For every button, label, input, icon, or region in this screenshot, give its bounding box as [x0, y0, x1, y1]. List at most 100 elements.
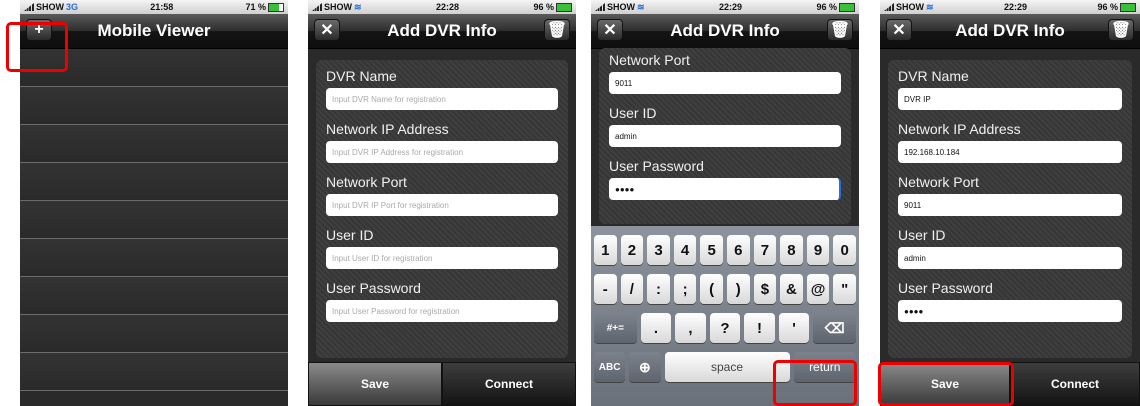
- globe-icon[interactable]: ⊕: [629, 352, 661, 382]
- key-return[interactable]: return: [793, 352, 856, 382]
- key-close-paren[interactable]: ): [726, 274, 750, 304]
- key-hyphen[interactable]: -: [594, 274, 617, 304]
- key-open-paren[interactable]: (: [700, 274, 723, 304]
- battery-icon: [556, 2, 572, 12]
- dvr-form: Network Port 9011 User ID admin User Pas…: [599, 48, 851, 224]
- status-bar: SHOW ≋ 22:29 96 %: [880, 0, 1140, 14]
- field-label: Network IP Address: [898, 121, 1021, 137]
- list-item[interactable]: [20, 49, 288, 87]
- key-1[interactable]: 1: [594, 235, 617, 265]
- field-label: Network Port: [609, 52, 690, 68]
- port-input[interactable]: 9011: [609, 72, 841, 94]
- key-9[interactable]: 9: [806, 235, 830, 265]
- signal-icon: [595, 3, 605, 11]
- key-comma[interactable]: ,: [675, 313, 706, 343]
- dvr-form: DVR Name DVR IP Network IP Address 192.1…: [888, 60, 1132, 358]
- list-item[interactable]: [20, 201, 288, 239]
- nav-bar: ✕ Add DVR Info 🗑: [591, 14, 859, 49]
- keyboard: 1 2 3 4 5 6 7 8 9 0 - / : ; ( ) $ & @ " …: [591, 226, 859, 406]
- connect-button[interactable]: Connect: [442, 362, 576, 406]
- key-2[interactable]: 2: [620, 235, 644, 265]
- key-exclamation[interactable]: !: [744, 313, 775, 343]
- backspace-icon[interactable]: ⌫: [813, 313, 857, 343]
- key-question[interactable]: ?: [709, 313, 741, 343]
- close-button[interactable]: ✕: [886, 19, 912, 41]
- clock: 22:29: [1004, 2, 1028, 12]
- trash-icon: 🗑: [546, 22, 568, 39]
- key-more-symbols[interactable]: #+=: [594, 313, 637, 343]
- field-label: User Password: [609, 158, 704, 174]
- close-icon: ✕: [320, 22, 334, 39]
- key-ampersand[interactable]: &: [780, 274, 803, 304]
- password-input[interactable]: ●●●●: [898, 300, 1122, 322]
- signal-icon: [24, 3, 34, 11]
- wifi-icon: ≋: [354, 1, 362, 12]
- list-item[interactable]: [20, 315, 288, 353]
- key-abc[interactable]: ABC: [594, 352, 626, 382]
- trash-icon: 🗑: [829, 22, 851, 39]
- key-3[interactable]: 3: [647, 235, 670, 265]
- user-id-input[interactable]: admin: [609, 125, 841, 147]
- key-8[interactable]: 8: [780, 235, 803, 265]
- key-space[interactable]: space: [664, 352, 790, 382]
- key-quote[interactable]: ": [833, 274, 856, 304]
- close-button[interactable]: ✕: [314, 19, 340, 41]
- port-input[interactable]: 9011: [898, 194, 1122, 216]
- user-id-input[interactable]: admin: [898, 247, 1122, 269]
- page-title: Add DVR Info: [387, 21, 497, 40]
- delete-button[interactable]: 🗑: [1108, 19, 1134, 41]
- key-apostrophe[interactable]: ': [778, 313, 810, 343]
- list-item[interactable]: [20, 353, 288, 391]
- key-colon[interactable]: :: [647, 274, 670, 304]
- list-item[interactable]: [20, 239, 288, 277]
- signal-icon: [884, 3, 894, 11]
- carrier-label: SHOW: [324, 2, 352, 12]
- list-item[interactable]: [20, 163, 288, 201]
- ip-address-input[interactable]: 192.168.10.184: [898, 141, 1122, 163]
- close-button[interactable]: ✕: [597, 19, 623, 41]
- key-dollar[interactable]: $: [753, 274, 777, 304]
- dvr-list: [20, 49, 288, 391]
- page-title: Add DVR Info: [670, 21, 780, 40]
- save-button[interactable]: Save: [308, 362, 442, 406]
- key-7[interactable]: 7: [753, 235, 777, 265]
- field-label: User ID: [898, 227, 946, 243]
- field-label: DVR Name: [898, 68, 969, 84]
- key-6[interactable]: 6: [726, 235, 750, 265]
- ip-address-input[interactable]: Input DVR IP Address for registration: [326, 141, 558, 163]
- dvr-name-input[interactable]: Input DVR Name for registration: [326, 88, 558, 110]
- list-item[interactable]: [20, 125, 288, 163]
- key-4[interactable]: 4: [673, 235, 697, 265]
- field-label: User ID: [326, 227, 374, 243]
- field-label: User ID: [609, 105, 657, 121]
- delete-button[interactable]: 🗑: [544, 19, 570, 41]
- password-input[interactable]: ●●●●: [609, 178, 841, 200]
- field-label: User Password: [326, 280, 421, 296]
- status-bar: SHOW 3G 21:58 71 %: [20, 0, 288, 14]
- delete-button[interactable]: 🗑: [827, 19, 853, 41]
- battery-icon: [839, 2, 855, 12]
- add-button[interactable]: +: [26, 19, 52, 41]
- key-0[interactable]: 0: [833, 235, 856, 265]
- list-item[interactable]: [20, 277, 288, 315]
- key-5[interactable]: 5: [700, 235, 723, 265]
- keyboard-row-3: #+= . , ? ! ' ⌫: [591, 313, 859, 343]
- key-at[interactable]: @: [806, 274, 830, 304]
- field-label: Network Port: [326, 174, 407, 190]
- carrier-label: SHOW: [896, 2, 924, 12]
- user-id-input[interactable]: Input User ID for registration: [326, 247, 558, 269]
- list-item[interactable]: [20, 87, 288, 125]
- nav-bar: + Mobile Viewer: [20, 14, 288, 49]
- dvr-name-input[interactable]: DVR IP: [898, 88, 1122, 110]
- connect-button[interactable]: Connect: [1010, 362, 1140, 406]
- dvr-form: DVR Name Input DVR Name for registration…: [316, 60, 568, 358]
- key-semicolon[interactable]: ;: [673, 274, 697, 304]
- clock: 22:28: [436, 2, 460, 12]
- battery-icon: [268, 2, 284, 12]
- port-input[interactable]: Input DVR IP Port for registration: [326, 194, 558, 216]
- save-button[interactable]: Save: [880, 362, 1010, 406]
- wifi-icon: ≋: [637, 1, 645, 12]
- key-slash[interactable]: /: [620, 274, 644, 304]
- key-period[interactable]: .: [640, 313, 672, 343]
- password-input[interactable]: Input User Password for registration: [326, 300, 558, 322]
